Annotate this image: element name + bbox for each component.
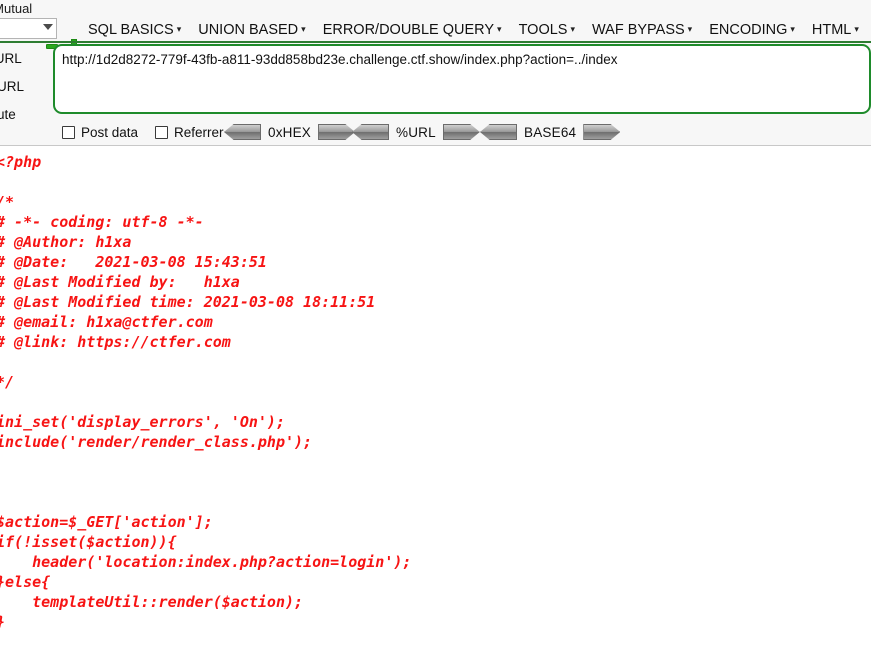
caret-down-icon: ▾	[687, 24, 693, 34]
arrow-left-icon[interactable]	[224, 124, 261, 140]
caret-down-icon: ▾	[790, 24, 795, 34]
caret-down-icon: ▾	[570, 24, 575, 34]
options-row: Post data Referrer 0xHEX %URL BASE64	[0, 122, 871, 268]
php-source-output: <?php /* # -*- coding: utf-8 -*- # @Auth…	[0, 152, 871, 658]
action-buttons: ad URL plit URL xecute	[0, 44, 52, 122]
url-encode-group: %URL	[352, 124, 480, 140]
url-encode-label: %URL	[396, 124, 436, 140]
base64-encode-group: BASE64	[480, 124, 621, 140]
checkbox-icon[interactable]	[62, 126, 75, 139]
menu-label: SQL BASICS	[88, 22, 174, 38]
menu-item-sql-basics[interactable]: SQL BASICS ▾	[88, 22, 181, 38]
arrow-right-icon[interactable]	[442, 124, 480, 140]
hackbar-app-window: ro Mutual SQL BASICS ▾ UNION BASED ▾	[0, 0, 871, 658]
hex-encode-group: 0xHEX	[224, 124, 356, 140]
arrow-right-icon[interactable]	[318, 124, 356, 140]
arrow-left-icon[interactable]	[480, 124, 517, 140]
menu-label: WAF BYPASS	[592, 22, 685, 38]
arrow-left-icon[interactable]	[352, 124, 389, 140]
hex-label: 0xHEX	[268, 124, 312, 140]
split-url-button[interactable]: plit URL	[0, 76, 52, 96]
caret-down-icon: ▾	[497, 24, 502, 34]
menu-label: ERROR/DOUBLE QUERY	[322, 22, 495, 38]
post-data-label: Post data	[81, 125, 139, 140]
window-title: ro Mutual	[0, 1, 33, 16]
caret-down-icon: ▾	[301, 24, 306, 34]
base64-label: BASE64	[524, 124, 577, 140]
caret-down-icon: ▾	[176, 24, 182, 34]
menu-label: UNION BASED	[198, 22, 299, 38]
menu-item-union-based[interactable]: UNION BASED ▾	[198, 22, 305, 38]
url-input[interactable]	[53, 44, 871, 114]
menu-item-html[interactable]: HTML ▾	[812, 22, 859, 38]
menu-label: ENCODING	[709, 22, 788, 38]
execute-button[interactable]: xecute	[0, 104, 52, 124]
hackbar-toolbar-panel: ro Mutual SQL BASICS ▾ UNION BASED ▾	[0, 0, 871, 268]
referrer-label: Referrer	[174, 125, 224, 140]
checkbox-icon[interactable]	[155, 126, 168, 139]
arrow-right-icon[interactable]	[583, 124, 621, 140]
menu-label: TOOLS	[518, 22, 568, 38]
chevron-down-icon[interactable]	[43, 24, 53, 30]
caret-down-icon: ▾	[854, 24, 859, 34]
menu-item-encoding[interactable]: ENCODING ▾	[709, 22, 795, 38]
referrer-checkbox[interactable]: Referrer	[155, 125, 224, 140]
menu-item-waf-bypass[interactable]: WAF BYPASS ▾	[592, 22, 692, 38]
menu-label: HTML	[811, 22, 852, 38]
menu-item-error-double-query[interactable]: ERROR/DOUBLE QUERY ▾	[323, 22, 502, 38]
load-url-button[interactable]: ad URL	[0, 48, 52, 68]
main-menu: SQL BASICS ▾ UNION BASED ▾ ERROR/DOUBLE …	[88, 18, 871, 42]
menu-divider	[0, 41, 871, 43]
toolbar-menu-row: SQL BASICS ▾ UNION BASED ▾ ERROR/DOUBLE …	[0, 18, 871, 54]
menu-item-tools[interactable]: TOOLS ▾	[519, 22, 575, 38]
post-data-checkbox[interactable]: Post data	[62, 125, 138, 140]
